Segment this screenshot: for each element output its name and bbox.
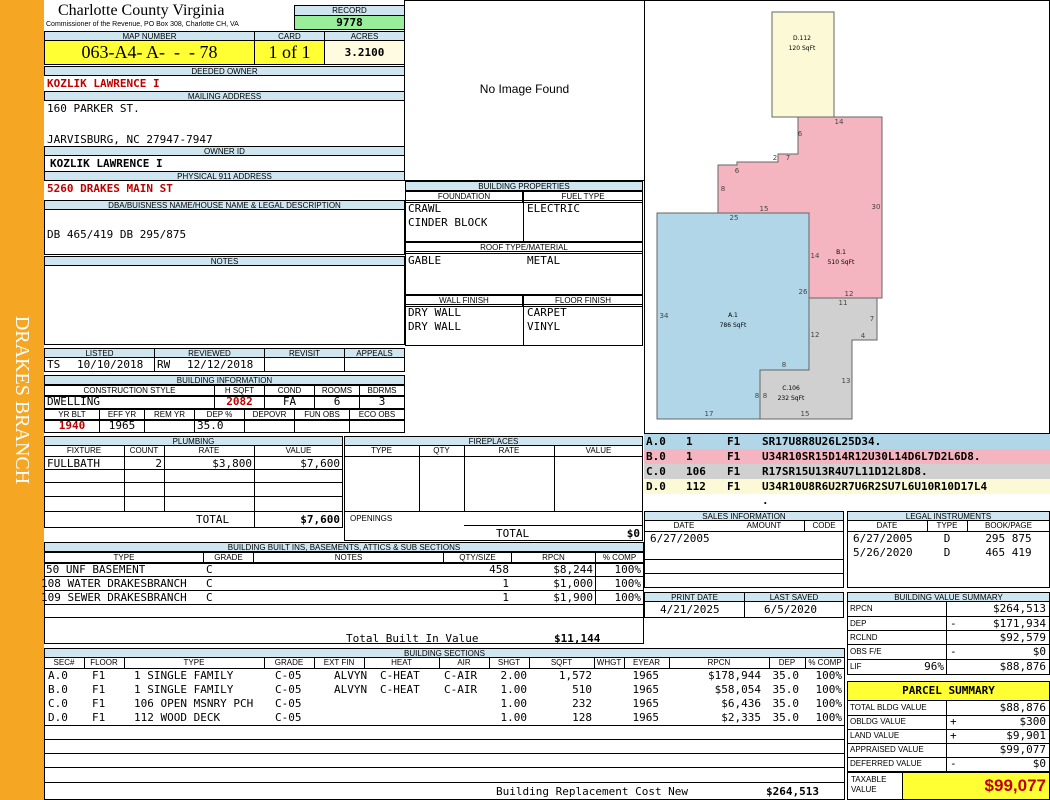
- taxable-label: TAXABLE VALUE: [851, 775, 887, 794]
- listed-code: TS: [47, 358, 61, 371]
- eff-year: 1965: [108, 419, 136, 432]
- sketch-label-b-sq: 510 SqFt: [828, 259, 855, 266]
- sketch-label-d-sq: 120 SqFt: [789, 45, 816, 52]
- floor-finish-2: VINYL: [527, 320, 561, 333]
- svg-text:6: 6: [735, 167, 740, 175]
- sketch-label-b-id: B.1: [836, 249, 846, 256]
- map-number: 063-A4- A- - - 78: [81, 42, 218, 62]
- wall-finish-1: DRY WALL: [408, 306, 461, 319]
- svg-text:15: 15: [760, 205, 769, 213]
- rooms: 6: [333, 395, 341, 408]
- sketch-label-d-id: D.112: [793, 35, 811, 42]
- sketch-label-a-id: A.1: [728, 312, 738, 319]
- sale-date: 6/27/2005: [650, 532, 710, 545]
- svg-text:25: 25: [730, 214, 739, 222]
- legal-description: DB 465/419 DB 295/875: [47, 228, 187, 241]
- mailing-address-line1: 160 PARKER ST.: [47, 102, 140, 115]
- parcel-summary-label: PARCEL SUMMARY: [902, 684, 995, 697]
- wall-finish-2: DRY WALL: [408, 320, 461, 333]
- svg-text:2: 2: [773, 154, 777, 162]
- svg-text:8: 8: [763, 392, 767, 400]
- building-sketch: D.112 120 SqFt B.1 510 SqFt A.1 786 SqFt…: [656, 11, 883, 420]
- card-number: 1 of 1: [268, 42, 311, 62]
- svg-text:12: 12: [811, 331, 820, 339]
- builtins-total: $11,144: [554, 632, 601, 645]
- hsqft: 2082: [226, 395, 253, 408]
- building-info-label: BUILDING INFORMATION: [44, 375, 405, 385]
- sketch-label-a-sq: 786 SqFt: [720, 322, 747, 329]
- svg-text:30: 30: [872, 203, 881, 211]
- openings-label: OPENINGS: [350, 514, 393, 523]
- svg-text:7: 7: [786, 154, 790, 162]
- county-name: Charlotte County Virginia: [58, 2, 225, 19]
- fireplaces-total: $0: [626, 527, 640, 540]
- construction-style: DWELLING: [47, 395, 100, 408]
- deeded-owner-label: DEEDED OWNER: [44, 66, 405, 76]
- notes-box: [44, 265, 405, 345]
- taxable-value: $99,077: [984, 776, 1046, 795]
- owner-id: KOZLIK LAWRENCE I: [50, 157, 163, 170]
- builtins-label: BUILDING BUILT INS, BASEMENTS, ATTICS & …: [44, 542, 644, 552]
- sections-total: $264,513: [766, 785, 819, 798]
- svg-text:8: 8: [755, 392, 759, 400]
- building-properties-label: BUILDING PROPERTIES: [405, 181, 643, 191]
- svg-text:34: 34: [660, 312, 669, 320]
- svg-text:14: 14: [811, 252, 820, 260]
- svg-text:6: 6: [798, 130, 803, 138]
- sketch-section-d: [771, 11, 835, 118]
- foundation-2: CINDER BLOCK: [408, 216, 488, 229]
- condition: FA: [282, 395, 297, 408]
- fuel-type: ELECTRIC: [527, 202, 580, 215]
- svg-text:8: 8: [782, 361, 786, 369]
- svg-text:14: 14: [835, 118, 844, 126]
- dep-percent: 35.0: [197, 419, 224, 432]
- sections-total-label: Building Replacement Cost New: [496, 785, 689, 798]
- foundation-1: CRAWL: [408, 202, 442, 215]
- svg-text:26: 26: [799, 288, 808, 296]
- record-value: 9778: [336, 16, 363, 29]
- year-built: 1940: [58, 419, 86, 432]
- physical-address-label: PHYSICAL 911 ADDRESS: [44, 171, 405, 181]
- acres-value: 3.2100: [344, 46, 385, 59]
- builtins-total-label: Total Built In Value: [346, 632, 479, 645]
- roof-material: METAL: [527, 254, 561, 267]
- svg-text:11: 11: [839, 299, 848, 307]
- svg-text:15: 15: [801, 410, 810, 418]
- roof-type: GABLE: [408, 254, 442, 267]
- physical-address: 5260 DRAKES MAIN ST: [47, 182, 173, 195]
- sketch-label-c-id: C.106: [782, 385, 800, 392]
- svg-text:8: 8: [721, 185, 725, 193]
- floor-finish-1: CARPET: [527, 306, 567, 319]
- svg-text:12: 12: [845, 290, 854, 298]
- bedrooms: 3: [378, 395, 386, 408]
- listed-date: 10/10/2018: [77, 358, 144, 371]
- svg-text:7: 7: [870, 315, 874, 323]
- district-sidebar: DRAKES BRANCH: [0, 0, 44, 800]
- deeded-owner: KOZLIK LAWRENCE I: [47, 77, 160, 90]
- plumbing-total: $7,600: [300, 513, 340, 526]
- sketch-label-c-sq: 232 SqFt: [778, 395, 805, 402]
- last-saved: 6/5/2020: [764, 603, 817, 616]
- mailing-address-label: MAILING ADDRESS: [44, 91, 405, 101]
- plumbing-total-label: TOTAL: [196, 513, 230, 526]
- svg-text:4: 4: [861, 332, 866, 340]
- reviewed-code: RW: [157, 358, 171, 371]
- print-date: 4/21/2025: [660, 603, 720, 616]
- segment-tail: .: [762, 494, 769, 507]
- fireplaces-total-label: TOTAL: [496, 527, 530, 540]
- svg-text:17: 17: [705, 410, 714, 418]
- district-name: DRAKES BRANCH: [11, 315, 33, 485]
- mailing-address-line2: JARVISBURG, NC 27947-7947: [47, 133, 213, 146]
- photo-placeholder: No Image Found: [479, 82, 570, 96]
- reviewed-date: 12/12/2018: [187, 358, 254, 371]
- county-address: Commissioner of the Revenue, PO Box 308,…: [46, 21, 239, 28]
- svg-text:13: 13: [842, 377, 851, 385]
